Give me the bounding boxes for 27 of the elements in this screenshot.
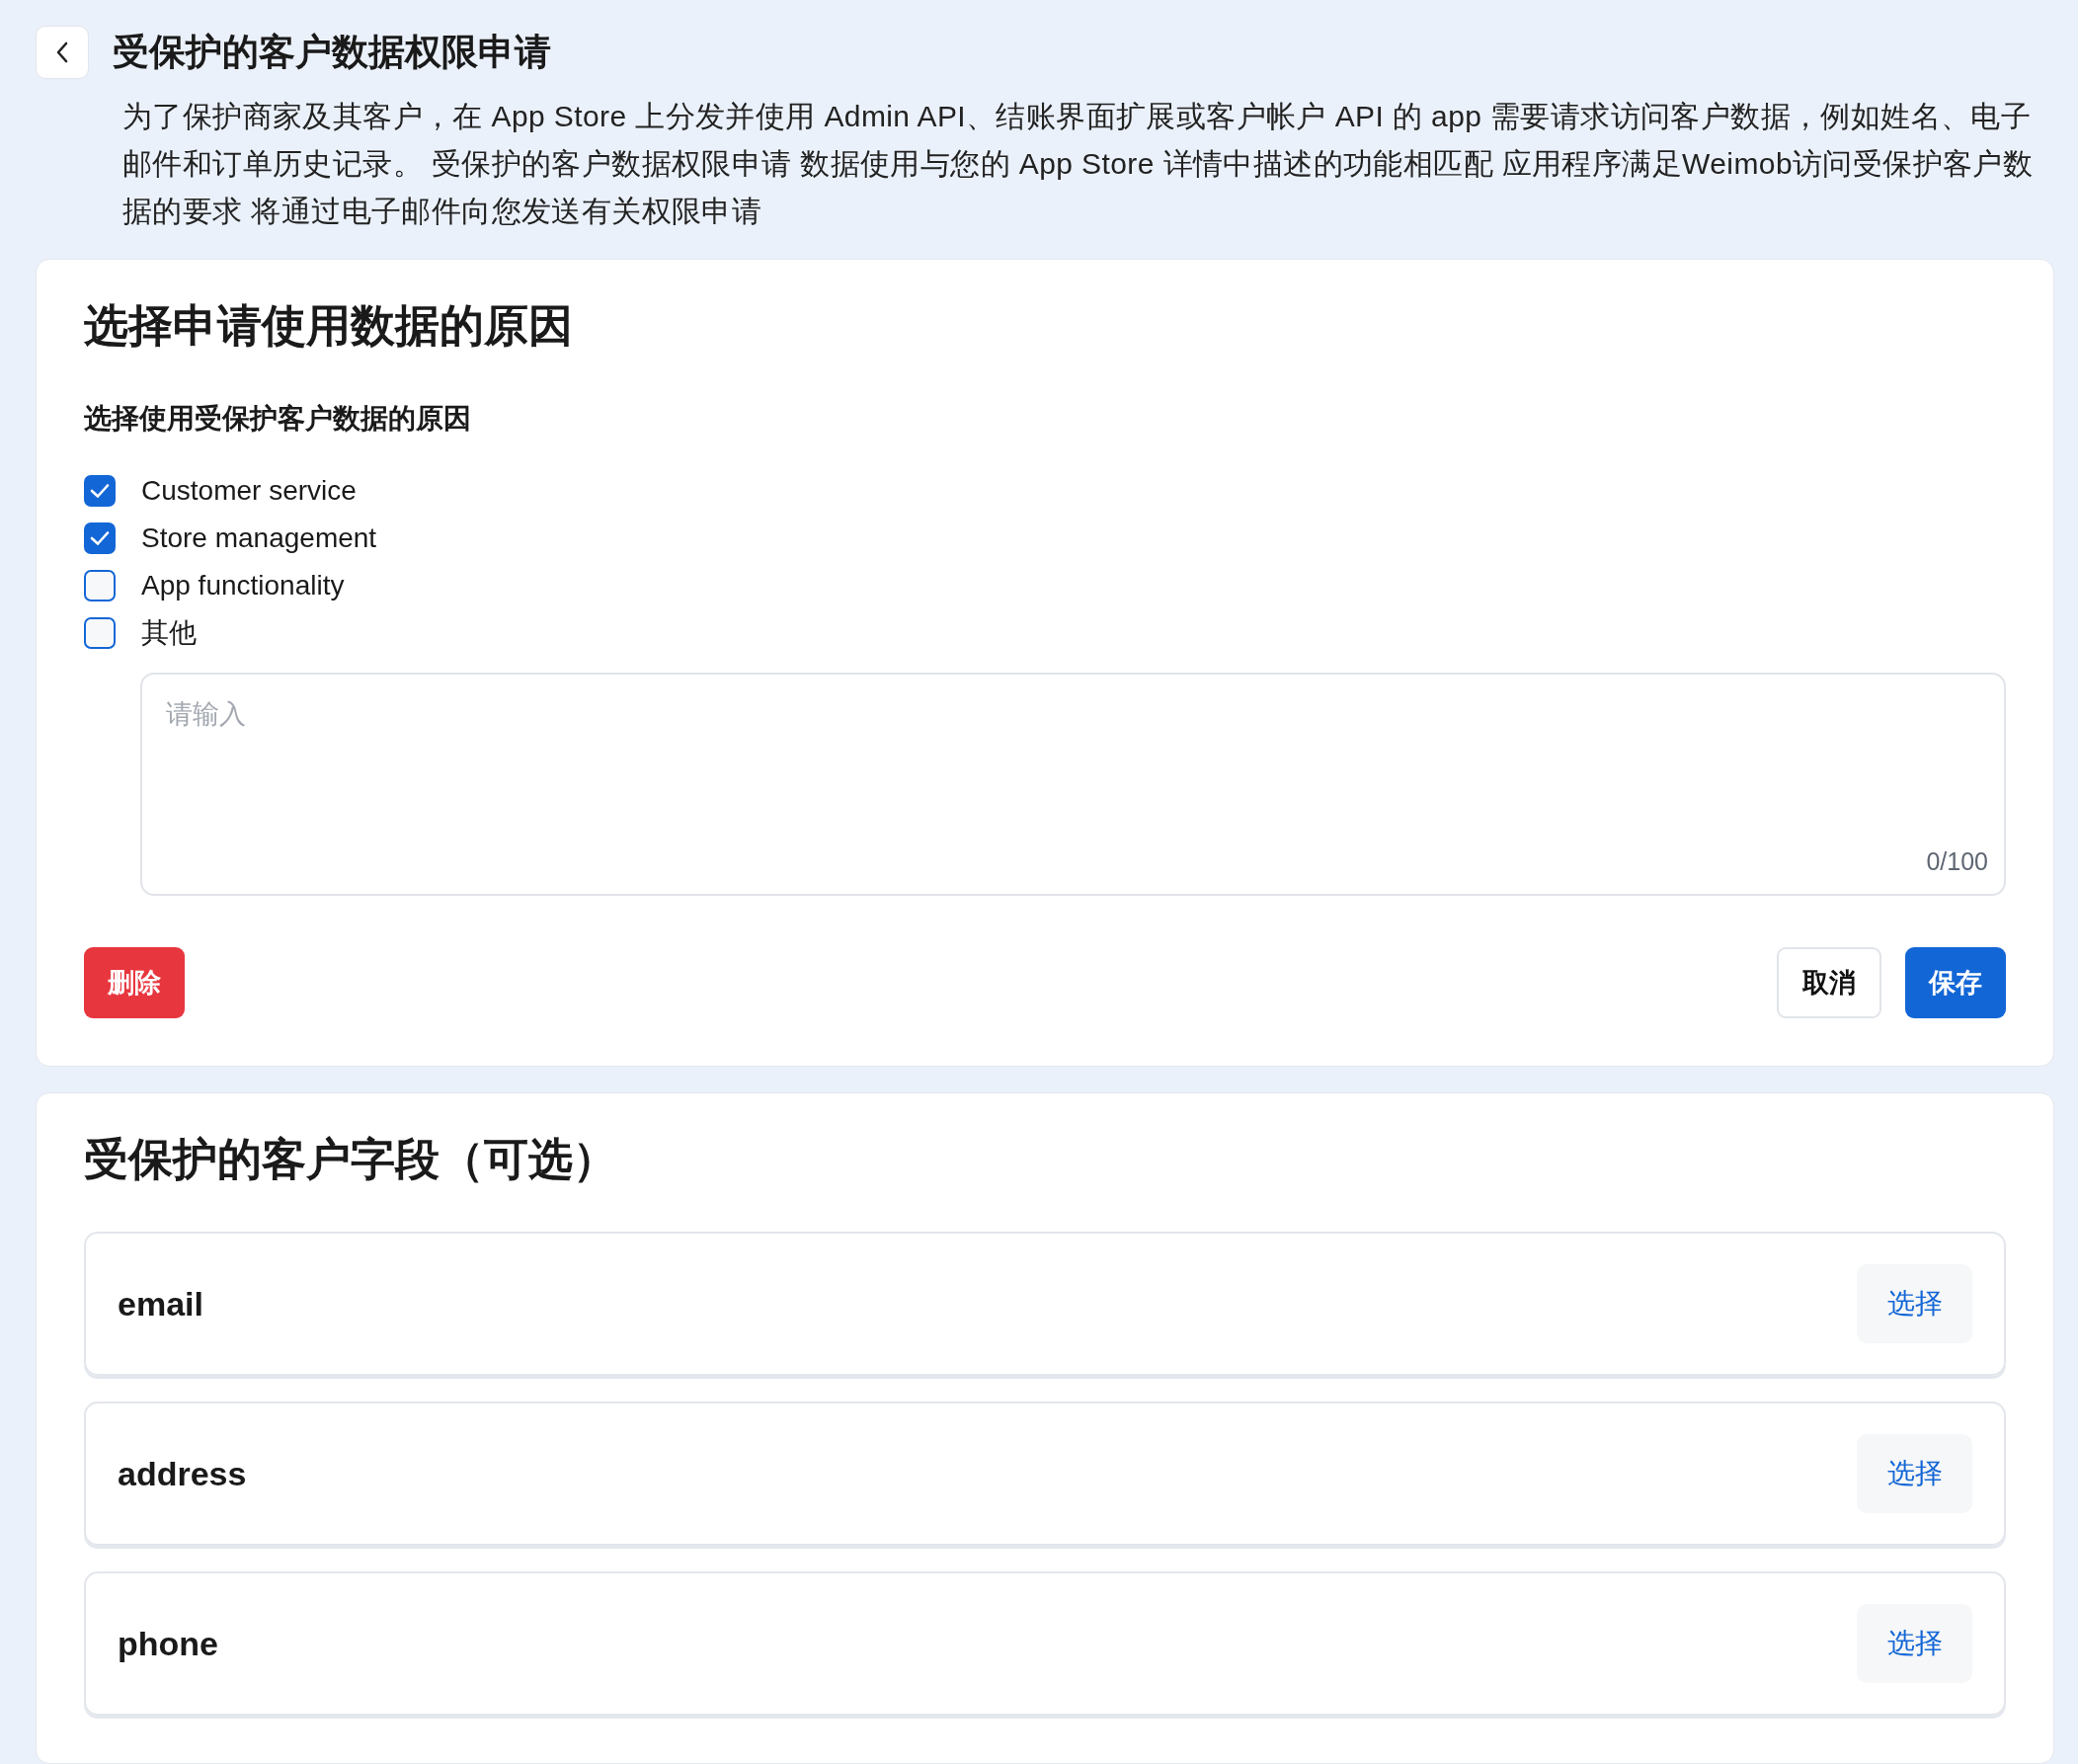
section-subtitle: 选择使用受保护客户数据的原因	[84, 402, 472, 436]
checkbox-label: 其他	[141, 616, 197, 650]
back-button[interactable]	[36, 26, 89, 79]
delete-button[interactable]: 删除	[84, 947, 185, 1018]
cancel-button[interactable]: 取消	[1777, 947, 1881, 1018]
card-title: 受保护的客户字段（可选）	[84, 1133, 618, 1186]
select-button[interactable]: 选择	[1857, 1264, 1972, 1343]
back-icon	[55, 41, 69, 63]
save-button[interactable]: 保存	[1905, 947, 2006, 1018]
checkbox-label: App functionality	[141, 569, 345, 602]
checkbox[interactable]	[84, 617, 116, 649]
page-title: 受保护的客户数据权限申请	[113, 31, 551, 74]
check-icon	[90, 483, 110, 499]
card-title: 选择申请使用数据的原因	[84, 299, 574, 353]
field-name: phone	[118, 1623, 218, 1664]
field-name: address	[118, 1453, 247, 1494]
select-button[interactable]: 选择	[1857, 1604, 1972, 1683]
check-icon	[90, 530, 110, 546]
character-counter: 0/100	[1926, 845, 1988, 877]
checkbox-label: Store management	[141, 521, 377, 555]
checkbox[interactable]	[84, 522, 116, 554]
select-button[interactable]: 选择	[1857, 1434, 1972, 1513]
checkbox-label: Customer service	[141, 474, 357, 508]
page-description: 为了保护商家及其客户，在 App Store 上分发并使用 Admin API、结账界面扩展或客户帐户 API 的 app 需要请求访问客户数据，例如姓名、电子邮件和订单历史记录。 受保护的客户数据权限申请 数据使用与您的 App Store 详情中描述的功能相匹配 应用程序满足Weimob访问受保护客户数据的要求 将通过电子邮件向您发送有关权限申请	[122, 99, 2035, 229]
field-name: email	[118, 1283, 203, 1324]
checkbox[interactable]	[84, 570, 116, 601]
checkbox[interactable]	[84, 475, 116, 507]
